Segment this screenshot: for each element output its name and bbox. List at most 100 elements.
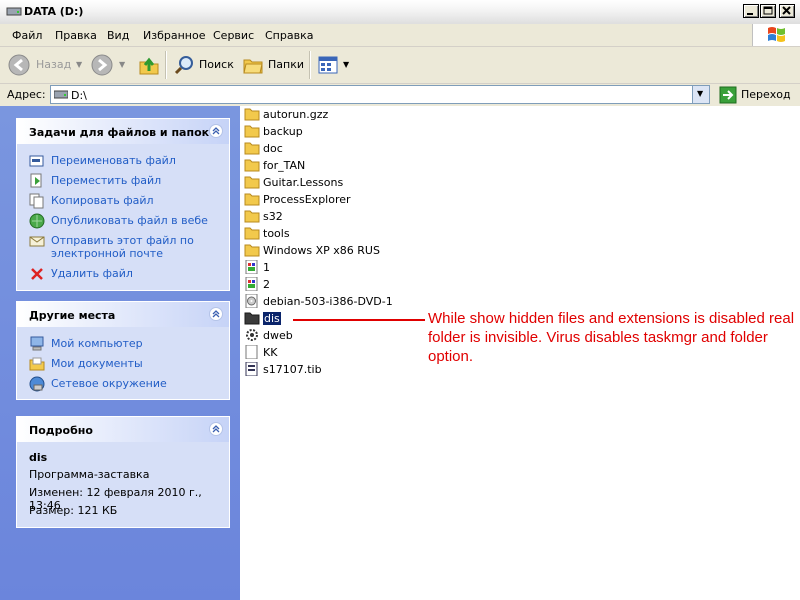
views-dropdown-icon[interactable]: ▼ bbox=[343, 60, 349, 69]
file-tasks-panel: Задачи для файлов и папок Переименовать … bbox=[16, 118, 230, 291]
task-label: Отправить этот файл по электронной почте bbox=[51, 234, 194, 260]
folder-icon bbox=[244, 193, 260, 206]
folder-icon bbox=[244, 142, 260, 155]
list-item[interactable]: ProcessExplorer bbox=[244, 191, 544, 208]
menu-help[interactable]: Справка bbox=[265, 29, 313, 42]
chevron-down-icon: ▼ bbox=[697, 89, 704, 98]
menu-file[interactable]: Файл bbox=[12, 29, 42, 42]
maximize-button[interactable] bbox=[760, 4, 776, 18]
annotation-line bbox=[293, 319, 425, 321]
list-item[interactable]: 2 bbox=[244, 276, 544, 293]
file-tasks-title: Задачи для файлов и папок bbox=[29, 126, 210, 139]
collapse-icon[interactable] bbox=[209, 422, 223, 436]
toolbar: Назад ▼ ▼ Поиск Папки ▼ bbox=[0, 47, 800, 84]
file-icon bbox=[245, 345, 258, 359]
folders-icon bbox=[243, 59, 263, 74]
detail-size: Размер: 121 КБ bbox=[29, 504, 118, 517]
folders-button[interactable]: Папки bbox=[240, 51, 304, 79]
window-title: DATA (D:) bbox=[24, 5, 84, 18]
list-item[interactable]: debian-503-i386-DVD-1 bbox=[244, 293, 544, 310]
list-item[interactable]: s32 bbox=[244, 208, 544, 225]
place-label: Мой компьютер bbox=[51, 337, 143, 350]
file-tasks-header[interactable]: Задачи для файлов и папок bbox=[17, 119, 229, 144]
task-label: Опубликовать файл в вебе bbox=[51, 214, 208, 227]
my-computer-icon bbox=[30, 336, 44, 351]
folder-icon bbox=[244, 125, 260, 138]
search-button[interactable]: Поиск bbox=[171, 51, 234, 79]
other-places-title: Другие места bbox=[29, 309, 116, 322]
forward-button[interactable]: ▼ bbox=[89, 51, 129, 79]
annotation-text: While show hidden files and extensions i… bbox=[428, 310, 795, 365]
up-folder-icon bbox=[139, 57, 159, 75]
address-value: D:\ bbox=[71, 89, 87, 102]
delete-icon bbox=[31, 268, 43, 280]
list-item[interactable]: for_TAN bbox=[244, 157, 544, 174]
folder-icon bbox=[244, 159, 260, 172]
back-button[interactable]: Назад ▼ bbox=[6, 51, 84, 79]
task-label: Переименовать файл bbox=[51, 154, 176, 167]
close-button[interactable] bbox=[779, 4, 795, 18]
folder-icon bbox=[244, 176, 260, 189]
network-icon bbox=[29, 376, 45, 392]
list-item[interactable]: Guitar.Lessons bbox=[244, 174, 544, 191]
collapse-icon[interactable] bbox=[209, 124, 223, 138]
go-button[interactable]: Переход bbox=[717, 85, 797, 105]
gear-icon bbox=[246, 329, 258, 341]
toolbar-separator bbox=[165, 51, 167, 79]
place-label: Сетевое окружение bbox=[51, 377, 167, 390]
copy-icon bbox=[29, 193, 44, 209]
detail-file-type: Программа-заставка bbox=[29, 468, 150, 481]
folder-icon bbox=[244, 108, 260, 121]
back-dropdown-icon[interactable]: ▼ bbox=[76, 60, 82, 69]
forward-dropdown-icon[interactable]: ▼ bbox=[119, 60, 125, 69]
list-item[interactable]: doc bbox=[244, 140, 544, 157]
publish-web-icon bbox=[29, 213, 45, 229]
windows-flag-icon bbox=[768, 27, 785, 42]
folder-icon bbox=[244, 210, 260, 223]
collapse-icon[interactable] bbox=[209, 307, 223, 321]
place-label: Мои документы bbox=[51, 357, 143, 370]
backup-file-icon bbox=[245, 362, 258, 376]
address-input[interactable]: D:\ ▼ bbox=[50, 85, 710, 104]
address-dropdown-button[interactable]: ▼ bbox=[692, 86, 709, 103]
drive-icon bbox=[6, 7, 22, 16]
details-panel: Подробно dis Программа-заставка Изменен:… bbox=[16, 416, 230, 528]
address-bar: Адрес: D:\ ▼ Переход bbox=[0, 84, 800, 106]
menu-view[interactable]: Вид bbox=[107, 29, 129, 42]
menu-favorites[interactable]: Избранное bbox=[143, 29, 205, 42]
rename-icon bbox=[29, 155, 44, 167]
back-label: Назад bbox=[36, 58, 72, 71]
folder-icon bbox=[244, 244, 260, 257]
my-documents-icon bbox=[29, 357, 45, 371]
forward-arrow-icon bbox=[91, 54, 113, 76]
toolbar-separator bbox=[309, 51, 311, 79]
other-places-header[interactable]: Другие места bbox=[17, 302, 229, 327]
details-header[interactable]: Подробно bbox=[17, 417, 229, 442]
minimize-button[interactable] bbox=[743, 4, 759, 18]
go-label: Переход bbox=[741, 88, 791, 101]
views-icon bbox=[318, 56, 338, 74]
list-item[interactable]: tools bbox=[244, 225, 544, 242]
list-item[interactable]: backup bbox=[244, 123, 544, 140]
folder-icon bbox=[244, 227, 260, 240]
task-label: Копировать файл bbox=[51, 194, 154, 207]
views-button[interactable]: ▼ bbox=[315, 51, 353, 79]
drive-icon bbox=[54, 90, 68, 99]
task-pane: Задачи для файлов и папок Переименовать … bbox=[0, 106, 240, 600]
menu-tools[interactable]: Сервис bbox=[213, 29, 254, 42]
windows-logo bbox=[752, 24, 800, 46]
task-label: Удалить файл bbox=[51, 267, 133, 280]
list-item[interactable]: autorun.gzz bbox=[244, 106, 544, 123]
list-item[interactable]: 1 bbox=[244, 259, 544, 276]
back-arrow-icon bbox=[8, 54, 30, 76]
task-label: Переместить файл bbox=[51, 174, 162, 187]
title-bar[interactable]: DATA (D:) bbox=[0, 0, 800, 25]
up-folder-button[interactable] bbox=[136, 51, 162, 79]
search-label: Поиск bbox=[199, 58, 234, 71]
list-item[interactable]: Windows XP x86 RUS bbox=[244, 242, 544, 259]
image-file-icon bbox=[245, 277, 258, 291]
go-arrow-icon bbox=[719, 86, 737, 104]
disc-image-icon bbox=[245, 294, 258, 308]
folders-label: Папки bbox=[268, 58, 304, 71]
menu-edit[interactable]: Правка bbox=[55, 29, 97, 42]
